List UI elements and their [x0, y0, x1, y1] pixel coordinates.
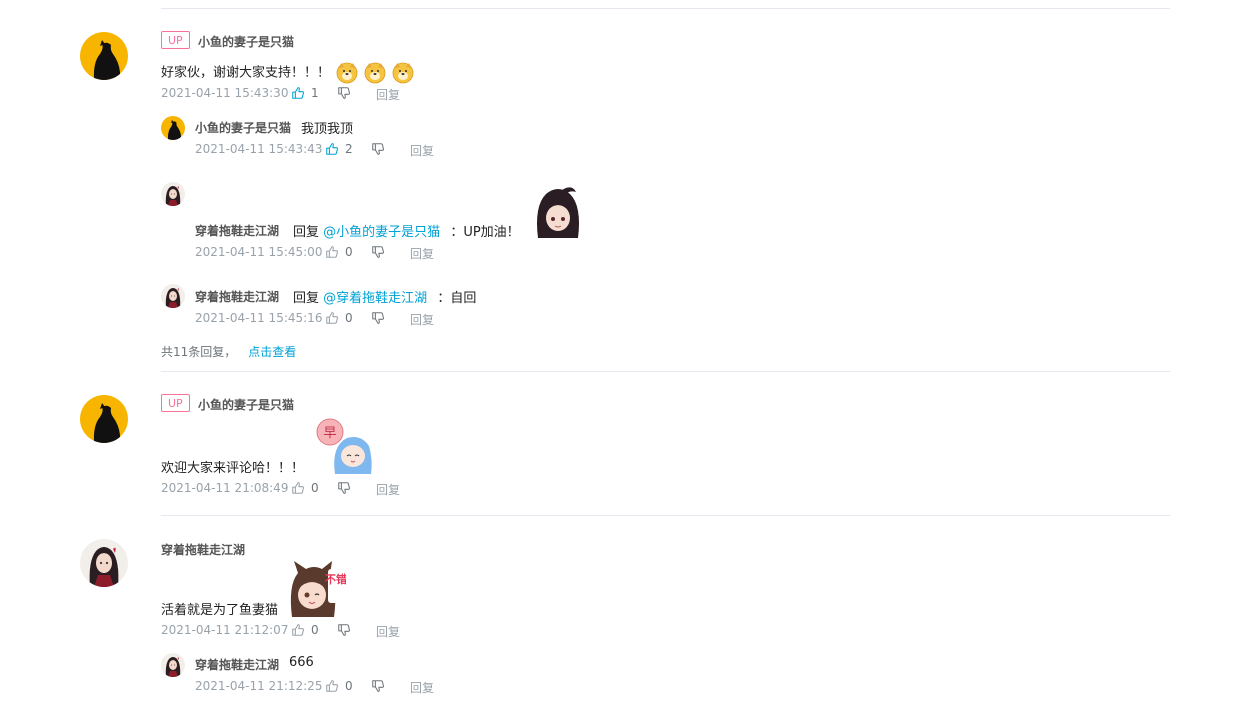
like-button[interactable]: 1 [291, 86, 319, 100]
cat-girl-sticker-icon: 不错 [290, 561, 346, 617]
thumb-down-icon [371, 679, 385, 693]
dislike-button[interactable] [371, 142, 385, 156]
like-button[interactable]: 0 [325, 245, 353, 259]
divider [161, 371, 1170, 372]
reply-text: 回复 @穿着拖鞋走江湖 ：自回 [293, 287, 476, 306]
thumb-up-icon [291, 86, 305, 100]
reply-text: 我顶我顶 [301, 122, 354, 137]
dislike-button[interactable] [371, 679, 385, 693]
doge-emoji-icon [364, 62, 386, 84]
sticker-text: 早 [323, 426, 336, 441]
reply-button[interactable]: 回复 [376, 481, 400, 498]
more-replies: 共11条回复， 点击查看 [161, 343, 296, 360]
thumb-up-icon [325, 311, 339, 325]
divider [161, 515, 1170, 516]
dislike-button[interactable] [337, 481, 351, 495]
like-button[interactable]: 0 [325, 679, 353, 693]
reply-text-content: ：自回 [437, 291, 477, 306]
reply-text: 666 [289, 655, 314, 670]
reply-text: 回复 @小鱼的妻子是只猫 ：UP加油！ [293, 221, 520, 240]
reply-time: 2021-04-11 15:45:16 [195, 311, 323, 325]
reply-avatar[interactable] [161, 284, 185, 308]
more-replies-count: 共11条回复， [161, 345, 237, 359]
reply-avatar[interactable] [161, 116, 185, 140]
reply-username[interactable]: 穿着拖鞋走江湖 [195, 656, 279, 673]
like-count: 0 [311, 481, 319, 495]
doge-emoji-icon [392, 62, 414, 84]
up-badge: UP [161, 394, 190, 412]
reply-button[interactable]: 回复 [410, 245, 434, 262]
avatar[interactable] [80, 32, 128, 80]
comment-text-content: 好家伙，谢谢大家支持！！！ [161, 65, 331, 81]
like-count: 0 [345, 245, 353, 259]
thumb-up-icon [291, 623, 305, 637]
comment-username[interactable]: 小鱼的妻子是只猫 [198, 33, 294, 50]
thumb-down-icon [337, 86, 351, 100]
doge-emoji-icon [336, 62, 358, 84]
like-button[interactable]: 0 [291, 623, 319, 637]
reply-word: 回复 [293, 225, 320, 240]
like-count: 1 [311, 86, 319, 100]
like-button[interactable]: 0 [325, 311, 353, 325]
reply-button[interactable]: 回复 [376, 86, 400, 103]
comment-username[interactable]: 小鱼的妻子是只猫 [198, 396, 294, 413]
dislike-button[interactable] [337, 623, 351, 637]
chibi-sticker-icon: 早 [316, 418, 372, 474]
reply-button[interactable]: 回复 [376, 623, 400, 640]
like-count: 0 [311, 623, 319, 637]
thumb-down-icon [337, 623, 351, 637]
reply-avatar[interactable] [161, 653, 185, 677]
like-button[interactable]: 0 [291, 481, 319, 495]
view-more-link[interactable]: 点击查看 [248, 345, 296, 359]
comment-time: 2021-04-11 21:12:07 [161, 623, 289, 637]
reply-time: 2021-04-11 15:45:00 [195, 245, 323, 259]
thumb-down-icon [371, 245, 385, 259]
thumb-up-icon [325, 142, 339, 156]
divider [161, 8, 1170, 9]
dislike-button[interactable] [371, 245, 385, 259]
like-count: 0 [345, 679, 353, 693]
dislike-button[interactable] [371, 311, 385, 325]
thumb-down-icon [371, 311, 385, 325]
thumb-down-icon [337, 481, 351, 495]
reply-time: 2021-04-11 21:12:25 [195, 679, 323, 693]
thumb-up-icon [325, 245, 339, 259]
like-button[interactable]: 2 [325, 142, 353, 156]
reply-username[interactable]: 小鱼的妻子是只猫 [195, 119, 291, 136]
anime-girl-sticker-icon [537, 187, 579, 238]
reply-button[interactable]: 回复 [410, 142, 434, 159]
mention-link[interactable]: @小鱼的妻子是只猫 [323, 225, 440, 240]
reply-avatar[interactable] [161, 182, 185, 206]
thumb-down-icon [371, 142, 385, 156]
reply-username[interactable]: 穿着拖鞋走江湖 [195, 288, 279, 305]
avatar[interactable] [80, 395, 128, 443]
comment-time: 2021-04-11 21:08:49 [161, 481, 289, 495]
reply-button[interactable]: 回复 [410, 679, 434, 696]
dislike-button[interactable] [337, 86, 351, 100]
comment-time: 2021-04-11 15:43:30 [161, 86, 289, 100]
thumb-up-icon [325, 679, 339, 693]
comment-username[interactable]: 穿着拖鞋走江湖 [161, 541, 245, 558]
like-count: 2 [345, 142, 353, 156]
up-badge: UP [161, 31, 190, 49]
reply-time: 2021-04-11 15:43:43 [195, 142, 323, 156]
thumb-up-icon [291, 481, 305, 495]
avatar[interactable] [80, 539, 128, 587]
mention-link[interactable]: @穿着拖鞋走江湖 [323, 291, 427, 306]
reply-username[interactable]: 穿着拖鞋走江湖 [195, 222, 279, 239]
comment-text: 好家伙，谢谢大家支持！！！ [161, 62, 414, 85]
reply-button[interactable]: 回复 [410, 311, 434, 328]
like-count: 0 [345, 311, 353, 325]
comment-text: 活着就是为了鱼妻猫 [161, 603, 279, 618]
reply-word: 回复 [293, 291, 320, 306]
reply-text-content: ：UP加油！ [450, 225, 520, 240]
sticker-text: 不错 [325, 572, 346, 586]
comment-text: 欢迎大家来评论哈！！！ [161, 461, 305, 476]
